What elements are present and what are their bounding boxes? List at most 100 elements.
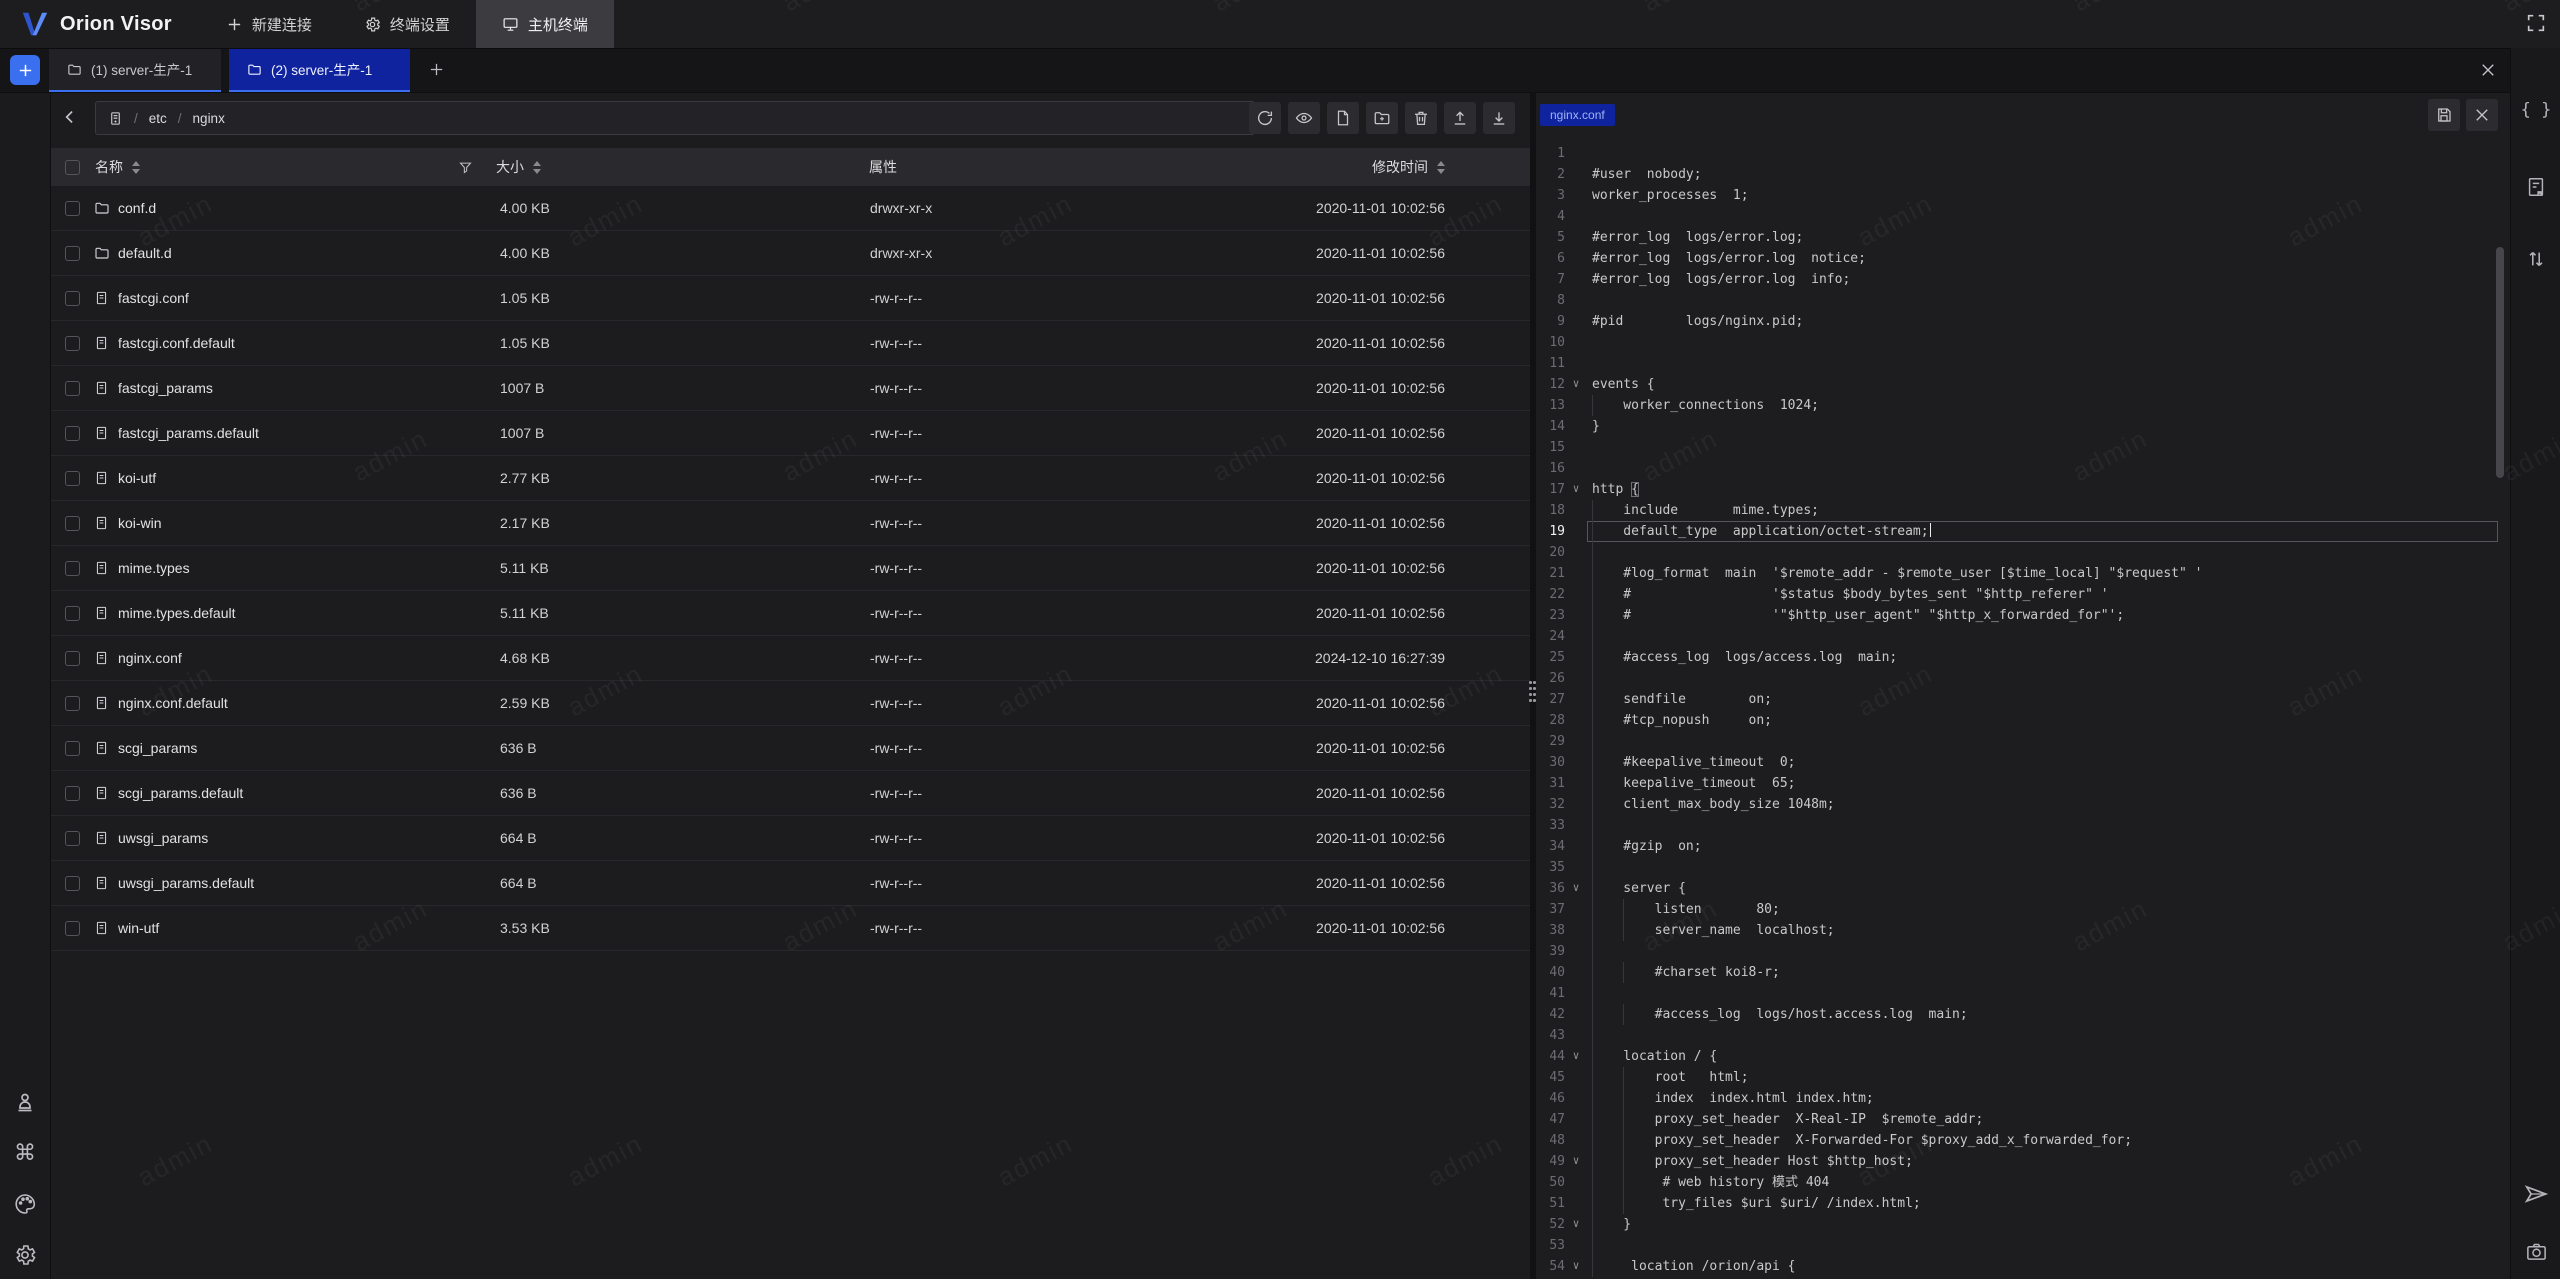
command-icon[interactable]: ⌘ (14, 1141, 36, 1165)
add-tab-icon[interactable] (428, 61, 445, 78)
row-checkbox[interactable] (65, 561, 80, 576)
editor-line[interactable]: 50 # web history 模式 404 (1536, 1172, 2510, 1193)
row-checkbox[interactable] (65, 426, 80, 441)
select-all-checkbox[interactable] (65, 160, 80, 175)
download-icon[interactable] (1483, 102, 1515, 134)
camera-icon[interactable] (2511, 1240, 2560, 1263)
refresh-icon[interactable] (1249, 102, 1281, 134)
fold-chevron-icon[interactable]: ∨ (1567, 1045, 1585, 1066)
column-header-name[interactable]: 名称 (95, 148, 140, 186)
sort-icon[interactable] (1437, 161, 1445, 174)
file-name[interactable]: mime.types.default (118, 591, 236, 635)
doc-bookmark-icon[interactable] (2511, 176, 2560, 198)
row-checkbox[interactable] (65, 471, 80, 486)
fold-chevron-icon[interactable]: ∨ (1567, 1213, 1585, 1234)
editor-line[interactable]: 36∨ server { (1536, 878, 2510, 899)
save-icon[interactable] (2428, 99, 2460, 131)
editor-line[interactable]: 26 (1536, 668, 2510, 689)
settings-gear-icon[interactable] (13, 1243, 37, 1267)
palette-icon[interactable] (13, 1192, 37, 1216)
file-name[interactable]: fastcgi_params.default (118, 411, 259, 455)
braces-icon[interactable]: { } (2511, 100, 2560, 120)
tab-server-1[interactable]: (1) server-生产-1 (49, 48, 221, 92)
table-row[interactable]: conf.d4.00 KBdrwxr-xr-x2020-11-01 10:02:… (50, 186, 1530, 231)
editor-line[interactable]: 4 (1536, 206, 2510, 227)
file-name[interactable]: fastcgi.conf (118, 276, 189, 320)
editor-line[interactable]: 38 server_name localhost; (1536, 920, 2510, 941)
menu-terminal-settings[interactable]: 终端设置 (338, 0, 476, 48)
table-row[interactable]: fastcgi.conf1.05 KB-rw-r--r--2020-11-01 … (50, 276, 1530, 321)
editor-line[interactable]: 12∨events { (1536, 374, 2510, 395)
user-icon[interactable] (13, 1090, 37, 1114)
editor-line[interactable]: 33 (1536, 815, 2510, 836)
editor-line[interactable]: 47 proxy_set_header X-Real-IP $remote_ad… (1536, 1109, 2510, 1130)
editor-line[interactable]: 49∨ proxy_set_header Host $http_host; (1536, 1151, 2510, 1172)
table-row[interactable]: nginx.conf.default2.59 KB-rw-r--r--2020-… (50, 681, 1530, 726)
editor-line[interactable]: 27 sendfile on; (1536, 689, 2510, 710)
sort-icon[interactable] (533, 161, 541, 174)
fold-chevron-icon[interactable]: ∨ (1567, 1150, 1585, 1171)
row-checkbox[interactable] (65, 741, 80, 756)
preview-eye-icon[interactable] (1288, 102, 1320, 134)
table-row[interactable]: nginx.conf4.68 KB-rw-r--r--2024-12-10 16… (50, 636, 1530, 681)
file-name[interactable]: conf.d (118, 186, 156, 230)
editor-line[interactable]: 7#error_log logs/error.log info; (1536, 269, 2510, 290)
editor-line[interactable]: 17∨http { (1536, 479, 2510, 500)
file-name[interactable]: fastcgi_params (118, 366, 213, 410)
row-checkbox[interactable] (65, 786, 80, 801)
editor-line[interactable]: 5#error_log logs/error.log; (1536, 227, 2510, 248)
send-icon[interactable] (2511, 1181, 2560, 1207)
table-row[interactable]: koi-utf2.77 KB-rw-r--r--2020-11-01 10:02… (50, 456, 1530, 501)
file-name[interactable]: koi-utf (118, 456, 156, 500)
back-icon[interactable] (60, 107, 80, 127)
editor-line[interactable]: 40 #charset koi8-r; (1536, 962, 2510, 983)
column-header-size[interactable]: 大小 (496, 148, 541, 186)
table-row[interactable]: koi-win2.17 KB-rw-r--r--2020-11-01 10:02… (50, 501, 1530, 546)
editor-file-tab[interactable]: nginx.conf (1540, 104, 1615, 126)
editor-line[interactable]: 31 keepalive_timeout 65; (1536, 773, 2510, 794)
editor-line[interactable]: 13 worker_connections 1024; (1536, 395, 2510, 416)
editor-line[interactable]: 43 (1536, 1025, 2510, 1046)
new-folder-icon[interactable] (1366, 102, 1398, 134)
editor-line[interactable]: 51 try_files $uri $uri/ /index.html; (1536, 1193, 2510, 1214)
row-checkbox[interactable] (65, 651, 80, 666)
table-row[interactable]: fastcgi.conf.default1.05 KB-rw-r--r--202… (50, 321, 1530, 366)
editor-line[interactable]: 15 (1536, 437, 2510, 458)
row-checkbox[interactable] (65, 696, 80, 711)
delete-trash-icon[interactable] (1405, 102, 1437, 134)
file-name[interactable]: scgi_params.default (118, 771, 243, 815)
panel-divider[interactable] (1530, 92, 1536, 1279)
fullscreen-icon[interactable] (2525, 12, 2547, 34)
row-checkbox[interactable] (65, 606, 80, 621)
editor-line[interactable]: 54∨ location /orion/api { (1536, 1256, 2510, 1277)
table-row[interactable]: scgi_params636 B-rw-r--r--2020-11-01 10:… (50, 726, 1530, 771)
fold-chevron-icon[interactable]: ∨ (1567, 373, 1585, 394)
tab-server-2-active[interactable]: (2) server-生产-1 (229, 48, 410, 92)
table-row[interactable]: fastcgi_params.default1007 B-rw-r--r--20… (50, 411, 1530, 456)
editor-line[interactable]: 32 client_max_body_size 1048m; (1536, 794, 2510, 815)
file-name[interactable]: default.d (118, 231, 172, 275)
editor-line[interactable]: 44∨ location / { (1536, 1046, 2510, 1067)
breadcrumb-segment[interactable]: nginx (193, 111, 225, 126)
editor-line[interactable]: 1 (1536, 143, 2510, 164)
row-checkbox[interactable] (65, 516, 80, 531)
row-checkbox[interactable] (65, 921, 80, 936)
editor-line[interactable]: 14} (1536, 416, 2510, 437)
new-file-icon[interactable] (1327, 102, 1359, 134)
editor-line[interactable]: 3worker_processes 1; (1536, 185, 2510, 206)
editor-line[interactable]: 6#error_log logs/error.log notice; (1536, 248, 2510, 269)
editor-line[interactable]: 41 (1536, 983, 2510, 1004)
editor-line[interactable]: 28 #tcp_nopush on; (1536, 710, 2510, 731)
row-checkbox[interactable] (65, 201, 80, 216)
editor-line[interactable]: 25 #access_log logs/access.log main; (1536, 647, 2510, 668)
editor-line[interactable]: 48 proxy_set_header X-Forwarded-For $pro… (1536, 1130, 2510, 1151)
editor-line[interactable]: 34 #gzip on; (1536, 836, 2510, 857)
editor-line[interactable]: 20 (1536, 542, 2510, 563)
editor-line[interactable]: 45 root html; (1536, 1067, 2510, 1088)
file-name[interactable]: nginx.conf (118, 636, 182, 680)
row-checkbox[interactable] (65, 246, 80, 261)
table-row[interactable]: uwsgi_params664 B-rw-r--r--2020-11-01 10… (50, 816, 1530, 861)
editor-line[interactable]: 37 listen 80; (1536, 899, 2510, 920)
file-name[interactable]: nginx.conf.default (118, 681, 228, 725)
table-row[interactable]: uwsgi_params.default664 B-rw-r--r--2020-… (50, 861, 1530, 906)
